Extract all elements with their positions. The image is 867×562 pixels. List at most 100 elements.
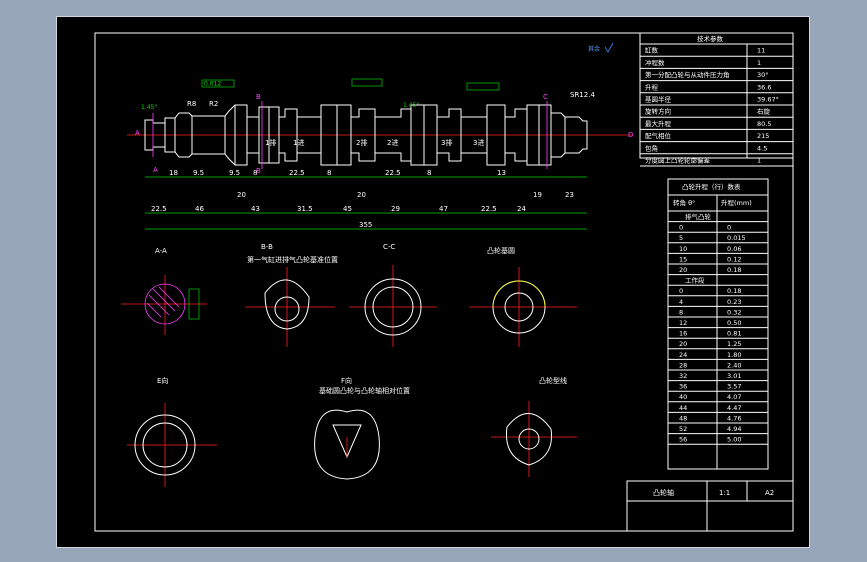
lift-angle: 8 [679,308,683,316]
section-c-marker: C [543,93,548,101]
lift-value: 2.40 [727,361,741,369]
tech-param-label: 分度圆上凸轮轮廓偏差 [645,156,711,165]
title-block: 凸轮轴 1:1 A2 [626,480,794,532]
tolerance-value: 0.012 [204,81,221,88]
tech-param-label: 配气相位 [645,131,672,140]
lift-section-1-label: 排气凸轮 [685,212,712,221]
tech-param-value: 80.5 [757,120,771,128]
lift-value: 0.32 [727,308,741,316]
tech-param-value: 39.67° [757,96,779,104]
tech-params-title: 技术参数 [697,34,724,43]
dim-row1-3: 8 [253,169,257,177]
section-a-hatch [146,286,180,318]
dim-row1-7: 22.5 [385,169,401,177]
lift-angle: 12 [679,319,687,327]
section-e-title: E向 [157,376,168,385]
tech-param-label: 最大升程 [645,119,672,128]
tech-param-value: 30° [757,71,769,79]
cam-2-intake-label: 2进 [387,139,398,147]
lift-value: 0.23 [727,298,741,306]
cam-1-intake-label: 1进 [293,139,304,147]
lift-value: 0.18 [727,266,741,274]
lift-value: 0.18 [727,287,741,295]
tech-param-value: 右旋 [757,107,771,116]
chamfer-label: 1.45° [141,104,157,111]
dim-row1-10: 19 [533,191,542,199]
tech-param-value: 11 [757,47,765,55]
tech-param-label: 基圆半径 [645,95,672,104]
dim-row1-9: 13 [497,169,506,177]
lift-value: 4.07 [727,393,741,401]
lift-angle: 10 [679,245,687,253]
tech-param-label: 升程 [645,82,659,91]
tech-param-label: 第一分配凸轮与从动件压力角 [645,70,730,79]
section-view-b: B-B 第一气缸进排气凸轮基准位置 [245,243,338,347]
radius-r8-label: R8 [187,100,196,108]
lift-angle: 20 [679,266,687,274]
lift-value: 0 [727,224,731,232]
lift-value: 0.06 [727,245,741,253]
lift-value: 3.57 [727,383,741,391]
dim-row1-8: 8 [427,169,431,177]
drawing-name: 凸轮轴 [653,488,674,497]
sphere-radius-label: SR12.4 [570,91,595,99]
section-f-title: F向 [341,376,352,385]
dim-row1-11: 23 [565,191,574,199]
base-circle-title: 凸轮基圆 [487,246,515,255]
lift-angle: 20 [679,340,687,348]
section-b-title: B-B [261,243,273,251]
lift-angle: 0 [679,224,683,232]
lift-angle: 28 [679,361,687,369]
dim-row1-5: 8 [327,169,331,177]
section-f-note: 基础圆凸轮与凸轮轴相对位置 [319,386,410,395]
tech-param-value: 1 [757,157,761,165]
section-b-marker: B [256,93,261,101]
lift-value: 0.12 [727,255,741,263]
cam-profile-title: 凸轮型线 [539,376,567,385]
radius-r2-label: R2 [209,100,218,108]
dim-row2-5: 45 [343,205,352,213]
lift-section-2-label: 工作段 [685,276,705,285]
section-view-cam-profile: 凸轮型线 [491,376,577,477]
lift-angle: 48 [679,414,687,422]
dim-total: 355 [359,221,372,229]
lift-angle: 0 [679,287,683,295]
drawing-scale: 1:1 [719,489,730,497]
lift-header-angle: 转角 θ° [673,198,695,207]
dim-row1-0: 18 [169,169,178,177]
corner-note: 其余 [588,45,600,53]
lift-table-title: 凸轮升程（行）数表 [682,182,741,191]
cam-3-intake-label: 3进 [473,139,484,147]
lift-value: 4.76 [727,414,741,422]
tech-param-label: 包角 [645,143,658,152]
dim-row1-2: 9.5 [229,169,240,177]
lift-value: 0.015 [727,234,746,242]
dim-row2-8: 22.5 [481,205,497,213]
dim-row2-0: 22.5 [151,205,167,213]
tech-param-value: 36.6 [757,83,771,91]
cam-2-exhaust-label: 2排 [356,138,367,147]
dim-row2-4: 31.5 [297,205,313,213]
dim-row2-3: 43 [251,205,260,213]
dim-row1-4: 22.5 [289,169,305,177]
roughness-symbol-icon [604,42,614,53]
tech-param-label: 旋转方向 [645,107,671,116]
section-view-c: C-C [349,243,437,347]
drawing-canvas: 其余 1排 1进 2排 2进 3排 3进 1.45° R8 R2 SR12.4 … [56,16,810,548]
center-mark-label: D [628,131,633,139]
dim-row2-6: 29 [391,205,400,213]
lift-angle: 40 [679,393,687,401]
lift-angle: 16 [679,330,687,338]
dim-row2-2: 20 [237,191,246,199]
section-a-title: A-A [155,247,167,255]
lift-angle: 5 [679,234,683,242]
cam-3-exhaust-label: 3排 [441,138,452,147]
lift-angle: 44 [679,404,687,412]
section-a-marker-left: A [135,129,140,137]
lift-value: 5.00 [727,436,741,444]
dim-row2-7: 47 [439,205,448,213]
section-a-marker-bottom: A [153,166,158,174]
lift-angle: 24 [679,351,687,359]
lift-angle: 15 [679,255,687,263]
cad-drawing: 其余 1排 1进 2排 2进 3排 3进 1.45° R8 R2 SR12.4 … [94,32,794,532]
